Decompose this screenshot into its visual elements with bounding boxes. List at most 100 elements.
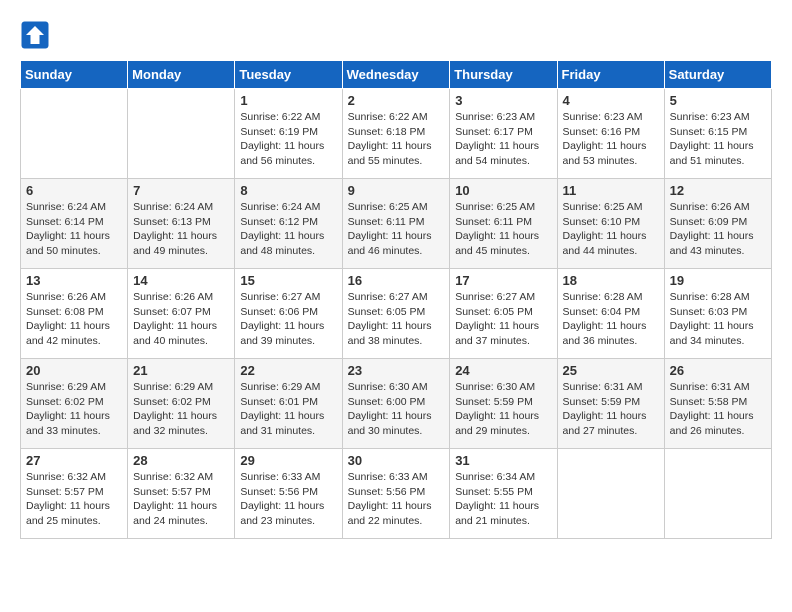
- day-number: 18: [563, 273, 659, 288]
- weekday-header-row: SundayMondayTuesdayWednesdayThursdayFrid…: [21, 61, 772, 89]
- calendar-cell: 22Sunrise: 6:29 AM Sunset: 6:01 PM Dayli…: [235, 359, 342, 449]
- day-number: 29: [240, 453, 336, 468]
- logo-icon: [20, 20, 50, 50]
- weekday-header-friday: Friday: [557, 61, 664, 89]
- cell-info: Sunrise: 6:30 AM Sunset: 5:59 PM Dayligh…: [455, 380, 551, 439]
- cell-info: Sunrise: 6:26 AM Sunset: 6:09 PM Dayligh…: [670, 200, 766, 259]
- calendar-cell: 23 Sunrise: 6:30 AM Sunset: 6:00 PM Dayli…: [342, 359, 450, 449]
- calendar-cell: [664, 449, 771, 539]
- calendar-cell: 10 Sunrise: 6:25 AM Sunset: 6:11 PM Dayli…: [450, 179, 557, 269]
- cell-info: Sunrise: 6:22 AM Sunset: 6:19 PM Dayligh…: [240, 110, 336, 169]
- calendar-cell: 26 Sunrise: 6:31 AM Sunset: 5:58 PM Dayli…: [664, 359, 771, 449]
- cell-info: Sunrise: 6:29 AM Sunset: 6:02 PM Dayligh…: [26, 380, 122, 439]
- calendar-cell: 29 Sunrise: 6:33 AM Sunset: 5:56 PM Dayli…: [235, 449, 342, 539]
- page-header: [20, 20, 772, 50]
- cell-info: Sunrise: 6:24 AM Sunset: 6:13 PM Dayligh…: [133, 200, 229, 259]
- calendar-cell: 15Sunrise: 6:27 AM Sunset: 6:06 PM Dayli…: [235, 269, 342, 359]
- calendar-cell: 3 Sunrise: 6:23 AM Sunset: 6:17 PM Daylig…: [450, 89, 557, 179]
- calendar-cell: 6 Sunrise: 6:24 AM Sunset: 6:14 PM Daylig…: [21, 179, 128, 269]
- cell-info: Sunrise: 6:23 AM Sunset: 6:15 PM Dayligh…: [670, 110, 766, 169]
- day-number: 5: [670, 93, 766, 108]
- day-number: 25: [563, 363, 659, 378]
- day-number: 8: [240, 183, 336, 198]
- week-row-3: 13Sunrise: 6:26 AM Sunset: 6:08 PM Dayli…: [21, 269, 772, 359]
- calendar-cell: 8Sunrise: 6:24 AM Sunset: 6:12 PM Daylig…: [235, 179, 342, 269]
- day-number: 17: [455, 273, 551, 288]
- day-number: 13: [26, 273, 122, 288]
- calendar-cell: 7 Sunrise: 6:24 AM Sunset: 6:13 PM Daylig…: [128, 179, 235, 269]
- day-number: 9: [348, 183, 445, 198]
- cell-info: Sunrise: 6:28 AM Sunset: 6:03 PM Dayligh…: [670, 290, 766, 349]
- day-number: 2: [348, 93, 445, 108]
- cell-info: Sunrise: 6:31 AM Sunset: 5:58 PM Dayligh…: [670, 380, 766, 439]
- weekday-header-thursday: Thursday: [450, 61, 557, 89]
- calendar-cell: 30 Sunrise: 6:33 AM Sunset: 5:56 PM Dayli…: [342, 449, 450, 539]
- calendar-cell: 11 Sunrise: 6:25 AM Sunset: 6:10 PM Dayli…: [557, 179, 664, 269]
- calendar-cell: 17 Sunrise: 6:27 AM Sunset: 6:05 PM Dayli…: [450, 269, 557, 359]
- cell-info: Sunrise: 6:29 AM Sunset: 6:02 PM Dayligh…: [133, 380, 229, 439]
- day-number: 30: [348, 453, 445, 468]
- cell-info: Sunrise: 6:27 AM Sunset: 6:05 PM Dayligh…: [348, 290, 445, 349]
- week-row-1: 1 Sunrise: 6:22 AM Sunset: 6:19 PM Daylig…: [21, 89, 772, 179]
- weekday-header-tuesday: Tuesday: [235, 61, 342, 89]
- calendar-cell: 27Sunrise: 6:32 AM Sunset: 5:57 PM Dayli…: [21, 449, 128, 539]
- day-number: 10: [455, 183, 551, 198]
- cell-info: Sunrise: 6:32 AM Sunset: 5:57 PM Dayligh…: [133, 470, 229, 529]
- cell-info: Sunrise: 6:33 AM Sunset: 5:56 PM Dayligh…: [240, 470, 336, 529]
- day-number: 26: [670, 363, 766, 378]
- week-row-4: 20 Sunrise: 6:29 AM Sunset: 6:02 PM Dayli…: [21, 359, 772, 449]
- cell-info: Sunrise: 6:26 AM Sunset: 6:07 PM Dayligh…: [133, 290, 229, 349]
- calendar-cell: 5 Sunrise: 6:23 AM Sunset: 6:15 PM Daylig…: [664, 89, 771, 179]
- cell-info: Sunrise: 6:31 AM Sunset: 5:59 PM Dayligh…: [563, 380, 659, 439]
- calendar-cell: [21, 89, 128, 179]
- calendar-cell: [557, 449, 664, 539]
- calendar-cell: 18Sunrise: 6:28 AM Sunset: 6:04 PM Dayli…: [557, 269, 664, 359]
- cell-info: Sunrise: 6:23 AM Sunset: 6:17 PM Dayligh…: [455, 110, 551, 169]
- calendar-cell: 16 Sunrise: 6:27 AM Sunset: 6:05 PM Dayli…: [342, 269, 450, 359]
- day-number: 31: [455, 453, 551, 468]
- weekday-header-sunday: Sunday: [21, 61, 128, 89]
- weekday-header-monday: Monday: [128, 61, 235, 89]
- calendar-cell: 24Sunrise: 6:30 AM Sunset: 5:59 PM Dayli…: [450, 359, 557, 449]
- cell-info: Sunrise: 6:27 AM Sunset: 6:05 PM Dayligh…: [455, 290, 551, 349]
- calendar-cell: 20 Sunrise: 6:29 AM Sunset: 6:02 PM Dayli…: [21, 359, 128, 449]
- cell-info: Sunrise: 6:32 AM Sunset: 5:57 PM Dayligh…: [26, 470, 122, 529]
- cell-info: Sunrise: 6:25 AM Sunset: 6:10 PM Dayligh…: [563, 200, 659, 259]
- calendar-cell: 12 Sunrise: 6:26 AM Sunset: 6:09 PM Dayli…: [664, 179, 771, 269]
- day-number: 3: [455, 93, 551, 108]
- calendar-table: SundayMondayTuesdayWednesdayThursdayFrid…: [20, 60, 772, 539]
- day-number: 20: [26, 363, 122, 378]
- day-number: 11: [563, 183, 659, 198]
- calendar-cell: 25 Sunrise: 6:31 AM Sunset: 5:59 PM Dayli…: [557, 359, 664, 449]
- day-number: 14: [133, 273, 229, 288]
- day-number: 12: [670, 183, 766, 198]
- cell-info: Sunrise: 6:30 AM Sunset: 6:00 PM Dayligh…: [348, 380, 445, 439]
- calendar-cell: 21 Sunrise: 6:29 AM Sunset: 6:02 PM Dayli…: [128, 359, 235, 449]
- calendar-cell: 14 Sunrise: 6:26 AM Sunset: 6:07 PM Dayli…: [128, 269, 235, 359]
- weekday-header-wednesday: Wednesday: [342, 61, 450, 89]
- cell-info: Sunrise: 6:33 AM Sunset: 5:56 PM Dayligh…: [348, 470, 445, 529]
- calendar-cell: 4Sunrise: 6:23 AM Sunset: 6:16 PM Daylig…: [557, 89, 664, 179]
- logo: [20, 20, 54, 50]
- day-number: 28: [133, 453, 229, 468]
- week-row-5: 27Sunrise: 6:32 AM Sunset: 5:57 PM Dayli…: [21, 449, 772, 539]
- day-number: 23: [348, 363, 445, 378]
- weekday-header-saturday: Saturday: [664, 61, 771, 89]
- day-number: 7: [133, 183, 229, 198]
- cell-info: Sunrise: 6:24 AM Sunset: 6:14 PM Dayligh…: [26, 200, 122, 259]
- day-number: 19: [670, 273, 766, 288]
- day-number: 1: [240, 93, 336, 108]
- cell-info: Sunrise: 6:23 AM Sunset: 6:16 PM Dayligh…: [563, 110, 659, 169]
- calendar-cell: 9Sunrise: 6:25 AM Sunset: 6:11 PM Daylig…: [342, 179, 450, 269]
- day-number: 21: [133, 363, 229, 378]
- day-number: 22: [240, 363, 336, 378]
- cell-info: Sunrise: 6:25 AM Sunset: 6:11 PM Dayligh…: [455, 200, 551, 259]
- calendar-cell: [128, 89, 235, 179]
- calendar-cell: 1 Sunrise: 6:22 AM Sunset: 6:19 PM Daylig…: [235, 89, 342, 179]
- calendar-cell: 13Sunrise: 6:26 AM Sunset: 6:08 PM Dayli…: [21, 269, 128, 359]
- calendar-cell: 31Sunrise: 6:34 AM Sunset: 5:55 PM Dayli…: [450, 449, 557, 539]
- week-row-2: 6 Sunrise: 6:24 AM Sunset: 6:14 PM Daylig…: [21, 179, 772, 269]
- day-number: 6: [26, 183, 122, 198]
- day-number: 16: [348, 273, 445, 288]
- calendar-cell: 19 Sunrise: 6:28 AM Sunset: 6:03 PM Dayli…: [664, 269, 771, 359]
